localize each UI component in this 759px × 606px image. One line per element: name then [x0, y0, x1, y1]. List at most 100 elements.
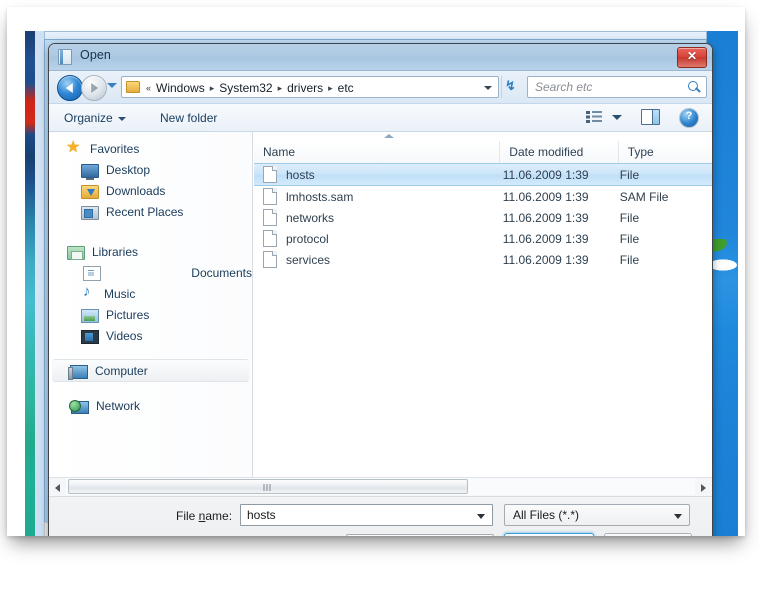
sidebar-item-pictures[interactable]: Pictures [49, 304, 252, 325]
sidebar-item-label: Recent Places [106, 204, 184, 219]
network-icon [69, 399, 89, 414]
help-icon[interactable]: ? [679, 108, 699, 128]
open-button[interactable]: Open [504, 533, 594, 536]
file-icon [263, 209, 277, 226]
sidebar-group-spacer [49, 346, 252, 359]
refresh-icon: ↯ [505, 78, 516, 93]
dialog-footer: File name: hosts All Files (*.*) Encodin… [49, 496, 712, 536]
search-icon [687, 80, 701, 95]
documents-icon [83, 265, 101, 281]
help-glyph: ? [685, 110, 693, 122]
dialog-titlebar: Open ✕ [49, 44, 712, 71]
encoding-select[interactable]: ANSI [346, 534, 494, 536]
back-arrow-icon [65, 83, 73, 93]
history-dropdown-icon[interactable] [107, 83, 117, 88]
sidebar-group-spacer [49, 382, 252, 395]
music-note-icon [81, 283, 97, 301]
background-taskbar-strip [25, 31, 35, 536]
table-row[interactable]: networks 11.06.2009 1:39 File [254, 207, 712, 228]
cell-date-modified: 11.06.2009 1:39 [502, 210, 589, 225]
forward-arrow-icon [91, 83, 99, 93]
sidebar-item-computer[interactable]: Computer [52, 359, 249, 382]
file-list-rows: hosts 11.06.2009 1:39 File lmhosts.sam 1… [254, 163, 712, 477]
table-row[interactable]: services 11.06.2009 1:39 File [254, 249, 712, 270]
file-type-filter-value: All Files (*.*) [513, 508, 580, 522]
cell-type: File [619, 167, 640, 182]
scroll-left-arrow-icon[interactable] [49, 478, 66, 495]
table-row[interactable]: hosts 11.06.2009 1:39 File [254, 163, 712, 186]
file-name-label: File name: [176, 509, 233, 523]
pictures-icon [81, 308, 99, 323]
sidebar-item-favorites[interactable]: Favorites [49, 137, 252, 159]
chevron-down-icon[interactable] [477, 514, 485, 519]
search-placeholder: Search etc [535, 80, 593, 94]
scrollbar-thumb[interactable] [68, 479, 468, 494]
organize-label: Organize [64, 111, 113, 125]
table-row[interactable]: lmhosts.sam 11.06.2009 1:39 SAM File [254, 186, 712, 207]
search-input[interactable]: Search etc [527, 76, 707, 98]
cell-name: hosts [286, 167, 315, 182]
scrollbar-track[interactable] [66, 478, 695, 495]
view-options-chevron-down-icon[interactable] [612, 115, 622, 120]
close-button[interactable]: ✕ [677, 47, 707, 68]
cell-type: File [619, 210, 640, 225]
sidebar-item-label: Network [96, 398, 141, 413]
breadcrumb-item-drivers[interactable]: drivers [284, 81, 326, 95]
navigation-bar: « Windows ▸ System32 ▸ drivers ▸ etc ↯ S… [49, 71, 712, 104]
column-header-date-modified[interactable]: Date modified [500, 141, 619, 163]
file-name-input[interactable]: hosts [240, 504, 493, 526]
sort-ascending-icon [384, 134, 394, 138]
star-icon [66, 137, 83, 157]
file-type-filter-select[interactable]: All Files (*.*) [504, 504, 690, 526]
new-folder-button[interactable]: New folder [154, 109, 223, 127]
breadcrumb-separator-icon[interactable]: ▸ [209, 83, 216, 94]
sidebar-item-label: Downloads [106, 183, 166, 198]
preview-pane-icon[interactable] [641, 109, 660, 125]
column-header-type[interactable]: Type [619, 141, 712, 163]
sidebar-item-recent-places[interactable]: Recent Places [49, 201, 252, 222]
sidebar-item-downloads[interactable]: Downloads [49, 180, 252, 201]
sidebar-item-label: Favorites [90, 141, 140, 156]
chevron-down-icon[interactable] [484, 86, 492, 90]
downloads-folder-icon [81, 184, 99, 199]
cell-type: File [619, 231, 640, 246]
table-row[interactable]: protocol 11.06.2009 1:39 File [254, 228, 712, 249]
back-button[interactable] [57, 75, 83, 101]
background-window-edge [35, 31, 44, 536]
column-header-name[interactable]: Name [254, 141, 501, 163]
sidebar-item-network[interactable]: Network [49, 395, 252, 416]
chevron-down-icon[interactable] [674, 514, 682, 519]
cancel-button[interactable]: Cancel [604, 533, 692, 536]
file-list-header: Name Date modified Type [254, 141, 712, 164]
recent-places-icon [81, 205, 99, 220]
sidebar-item-label: Documents [191, 265, 252, 280]
breadcrumb-item-system32[interactable]: System32 [216, 81, 275, 95]
breadcrumb-separator-icon[interactable]: ▸ [277, 83, 284, 94]
libraries-icon [67, 245, 85, 260]
scroll-right-arrow-icon[interactable] [695, 478, 712, 495]
file-icon [263, 166, 277, 183]
desktop-icon [81, 163, 99, 180]
background-window-titlebar [44, 31, 707, 39]
horizontal-scrollbar[interactable] [49, 477, 712, 496]
sidebar-item-libraries[interactable]: Libraries [49, 241, 252, 262]
breadcrumb-separator-icon[interactable]: ▸ [327, 83, 334, 94]
forward-button[interactable] [81, 75, 107, 101]
address-bar[interactable]: « Windows ▸ System32 ▸ drivers ▸ etc [121, 76, 499, 98]
breadcrumb-overflow-icon[interactable]: « [145, 83, 152, 93]
sidebar-group-spacer [49, 222, 252, 235]
breadcrumb-item-windows[interactable]: Windows [153, 81, 208, 95]
sidebar-item-music[interactable]: Music [49, 283, 252, 304]
breadcrumb-item-etc[interactable]: etc [335, 81, 357, 95]
file-name-value: hosts [247, 508, 276, 522]
sidebar-item-desktop[interactable]: Desktop [49, 159, 252, 180]
sidebar-item-label: Libraries [92, 244, 139, 259]
refresh-button[interactable]: ↯ [501, 76, 524, 98]
sidebar-item-videos[interactable]: Videos [49, 325, 252, 346]
file-icon [263, 251, 277, 268]
sidebar-item-documents[interactable]: Documents [49, 262, 252, 283]
dialog-title: Open [80, 48, 111, 62]
organize-button[interactable]: Organize [58, 109, 132, 127]
computer-icon [68, 364, 88, 380]
view-options-icon[interactable] [586, 110, 602, 125]
